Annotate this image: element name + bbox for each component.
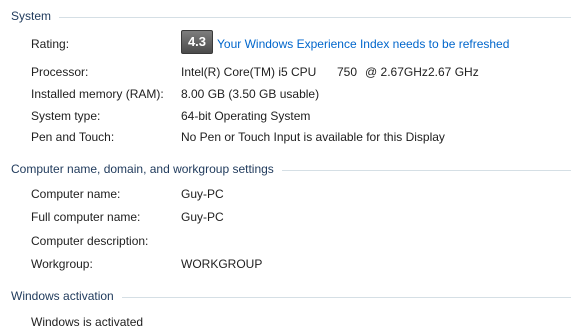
full-computer-name-label: Full computer name: xyxy=(31,210,141,224)
processor-speed: @ 2.67GHz xyxy=(365,65,428,79)
activation-section-header: Windows activation xyxy=(11,288,571,304)
section-divider xyxy=(59,16,571,18)
memory-label: Installed memory (RAM): xyxy=(31,87,164,101)
computer-description-label: Computer description: xyxy=(31,234,149,248)
workgroup-label: Workgroup: xyxy=(31,257,93,271)
rating-label: Rating: xyxy=(31,37,70,51)
computer-section-header: Computer name, domain, and workgroup set… xyxy=(11,161,571,177)
system-section-title: System xyxy=(11,9,52,23)
experience-index-badge[interactable]: 4.3 xyxy=(181,30,213,54)
workgroup-value: WORKGROUP xyxy=(181,257,263,271)
activation-section-title: Windows activation xyxy=(11,289,114,303)
processor-model: Intel(R) Core(TM) i5 CPU xyxy=(181,65,317,79)
memory-value: 8.00 GB (3.50 GB usable) xyxy=(181,87,320,101)
system-type-value: 64-bit Operating System xyxy=(181,109,311,123)
experience-index-link[interactable]: Your Windows Experience Index needs to b… xyxy=(217,36,509,52)
pen-touch-label: Pen and Touch: xyxy=(31,130,115,144)
computer-section-title: Computer name, domain, and workgroup set… xyxy=(11,162,274,176)
system-type-label: System type: xyxy=(31,109,101,123)
full-computer-name-value: Guy-PC xyxy=(181,210,224,224)
processor-label: Processor: xyxy=(31,65,89,79)
processor-number: 750 xyxy=(337,65,358,79)
computer-name-value: Guy-PC xyxy=(181,187,224,201)
processor-clock: 2.67 GHz xyxy=(428,65,479,79)
section-divider xyxy=(281,169,571,171)
computer-name-label: Computer name: xyxy=(31,187,121,201)
activation-status: Windows is activated xyxy=(31,315,144,329)
pen-touch-value: No Pen or Touch Input is available for t… xyxy=(181,130,445,144)
system-section-header: System xyxy=(11,8,571,24)
section-divider xyxy=(121,296,571,298)
